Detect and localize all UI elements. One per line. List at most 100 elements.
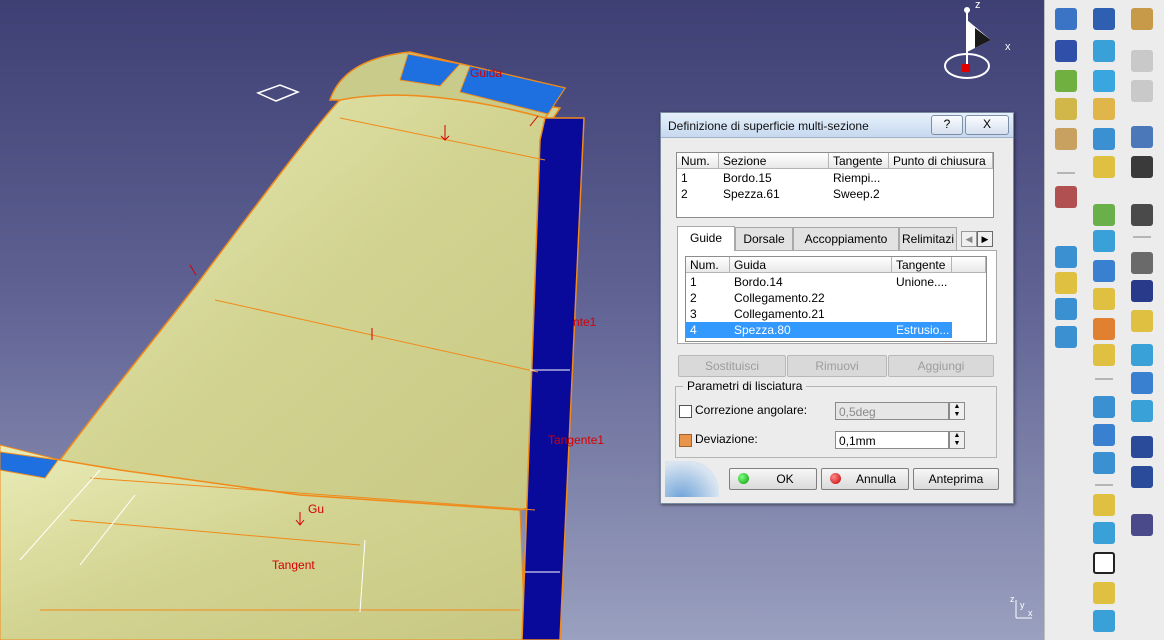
box-tool-icon[interactable] — [1055, 128, 1077, 150]
help-button[interactable]: ? — [931, 115, 963, 135]
offset-icon[interactable] — [1093, 70, 1115, 92]
sphere-icon[interactable] — [1093, 318, 1115, 340]
tab-dorsale[interactable]: Dorsale — [735, 227, 793, 250]
multi-section-surface-dialog: Definizione di superficie multi-sezione … — [660, 112, 1014, 504]
label-guida-top: Guida — [470, 66, 503, 80]
catia-logo-icon — [665, 461, 719, 497]
svg-text:x: x — [1028, 608, 1033, 618]
sketch-plane-icon[interactable] — [1055, 98, 1077, 120]
table-row[interactable]: 2 Collegamento.22 — [686, 290, 952, 306]
col-sezione[interactable]: Sezione — [719, 153, 829, 169]
svg-text:z: z — [1010, 594, 1015, 604]
angular-spinner[interactable]: ▲ ▼ — [949, 402, 965, 420]
circle-tool-icon[interactable] — [1093, 552, 1115, 574]
snap-icon[interactable] — [1131, 156, 1153, 178]
cancel-button[interactable]: Annulla — [821, 468, 909, 490]
axis-triad-icon: z y x — [1008, 594, 1038, 627]
line-arrow-icon[interactable] — [1093, 40, 1115, 62]
undo-curve-icon[interactable] — [1131, 436, 1153, 458]
replace-button[interactable]: Sostituisci — [678, 355, 786, 377]
deviation-spinner[interactable]: ▲ ▼ — [949, 431, 965, 449]
sections-table[interactable]: Num. Sezione Tangente Punto di chiusura … — [676, 152, 994, 218]
sweep-icon[interactable] — [1093, 98, 1115, 120]
line-tool-icon[interactable] — [1131, 280, 1153, 302]
wireframe-icon[interactable] — [1093, 204, 1115, 226]
ok-icon — [738, 473, 749, 484]
fillet-icon[interactable] — [1093, 288, 1115, 310]
deviation-checkbox[interactable] — [679, 434, 692, 447]
analysis-icon[interactable] — [1055, 186, 1077, 208]
symmetry-icon[interactable] — [1093, 128, 1115, 150]
sketch-edit-icon[interactable] — [1131, 204, 1153, 226]
disabled-tool-1-icon[interactable] — [1131, 50, 1153, 72]
close-button[interactable]: X — [965, 115, 1009, 135]
dot-icon[interactable] — [1131, 252, 1153, 274]
table-row-selected[interactable]: 4 Spezza.80 Estrusio... — [686, 322, 952, 338]
label-tangente-right: Tangente1 — [548, 433, 605, 447]
fin-surface — [58, 82, 562, 511]
tab-strip: Guide Dorsale Accoppiamento Relimitazi ◀… — [677, 226, 997, 251]
col-guida[interactable]: Guida — [730, 257, 892, 273]
surface-grid-icon[interactable] — [1093, 8, 1115, 30]
tab-scroll-right-icon[interactable]: ▶ — [977, 231, 993, 247]
curve-icon[interactable] — [1131, 344, 1153, 366]
cancel-icon — [830, 473, 841, 484]
deviation-field[interactable]: 0,1mm — [835, 431, 949, 449]
thicken-icon[interactable] — [1093, 344, 1115, 366]
points-grid-icon[interactable] — [1055, 40, 1077, 62]
extrapolate-icon[interactable] — [1093, 494, 1115, 516]
loft-icon[interactable] — [1093, 260, 1115, 282]
angular-correction-checkbox[interactable] — [679, 405, 692, 418]
graph-icon[interactable] — [1131, 514, 1153, 536]
blend-icon[interactable] — [1093, 230, 1115, 252]
surface-patch-icon[interactable] — [1131, 400, 1153, 422]
plane-marker — [255, 84, 301, 102]
table-row[interactable]: 1 Bordo.14 Unione.... — [686, 274, 952, 290]
col-tangente[interactable]: Tangente — [892, 257, 952, 273]
boundary-icon[interactable] — [1093, 522, 1115, 544]
rotate-icon[interactable] — [1093, 424, 1115, 446]
fill-icon[interactable] — [1093, 156, 1115, 178]
guides-table[interactable]: Num. Guida Tangente 1 Bordo.14 Unione...… — [685, 256, 987, 342]
col-punto[interactable]: Punto di chiusura — [889, 153, 993, 169]
table-row[interactable]: 1 Bordo.15 Riempi... — [677, 170, 993, 186]
intersection-icon[interactable] — [1093, 582, 1115, 604]
axis-icon[interactable] — [1093, 396, 1115, 418]
disabled-tool-2-icon[interactable] — [1131, 80, 1153, 102]
split-icon[interactable] — [1055, 326, 1077, 348]
right-toolbar — [1044, 0, 1164, 640]
select-arrow-icon[interactable] — [1131, 126, 1153, 148]
table-row[interactable]: 3 Collegamento.21 — [686, 306, 952, 322]
compass-icon[interactable]: z x — [935, 0, 1025, 90]
translate-icon[interactable] — [1093, 452, 1115, 474]
tab-relimitazione[interactable]: Relimitazi — [899, 227, 957, 250]
remove-button[interactable]: Rimuovi — [787, 355, 887, 377]
near-icon[interactable] — [1093, 610, 1115, 632]
plane-icon[interactable] — [1131, 310, 1153, 332]
tab-scroll-left-icon[interactable]: ◀ — [961, 231, 977, 247]
dialog-titlebar[interactable]: Definizione di superficie multi-sezione … — [661, 113, 1013, 138]
trim-icon[interactable] — [1055, 298, 1077, 320]
add-button[interactable]: Aggiungi — [888, 355, 994, 377]
compass-z-label: z — [975, 0, 981, 11]
col-tangente[interactable]: Tangente — [829, 153, 889, 169]
join-icon[interactable] — [1055, 70, 1077, 92]
deviation-label: Deviazione: — [695, 432, 758, 446]
revolve-icon[interactable] — [1055, 246, 1077, 268]
preview-button[interactable]: Anteprima — [913, 468, 999, 490]
tab-guide[interactable]: Guide — [677, 226, 735, 251]
part-design-icon[interactable] — [1131, 8, 1153, 30]
label-tangente-bottom: Tangent — [272, 558, 315, 572]
extrude-surface-icon[interactable] — [1055, 8, 1077, 30]
col-num[interactable]: Num. — [677, 153, 719, 169]
table-row[interactable]: 2 Spezza.61 Sweep.2 — [677, 186, 993, 202]
projection-icon[interactable] — [1131, 372, 1153, 394]
compass-x-label: x — [1005, 41, 1011, 53]
ok-button[interactable]: OK — [729, 468, 817, 490]
col-num[interactable]: Num. — [686, 257, 730, 273]
svg-text:y: y — [1020, 600, 1025, 610]
angular-correction-field[interactable]: 0,5deg — [835, 402, 949, 420]
tab-accoppiamento[interactable]: Accoppiamento — [793, 227, 899, 250]
redo-curve-icon[interactable] — [1131, 466, 1153, 488]
multi-section-icon[interactable] — [1055, 272, 1077, 294]
